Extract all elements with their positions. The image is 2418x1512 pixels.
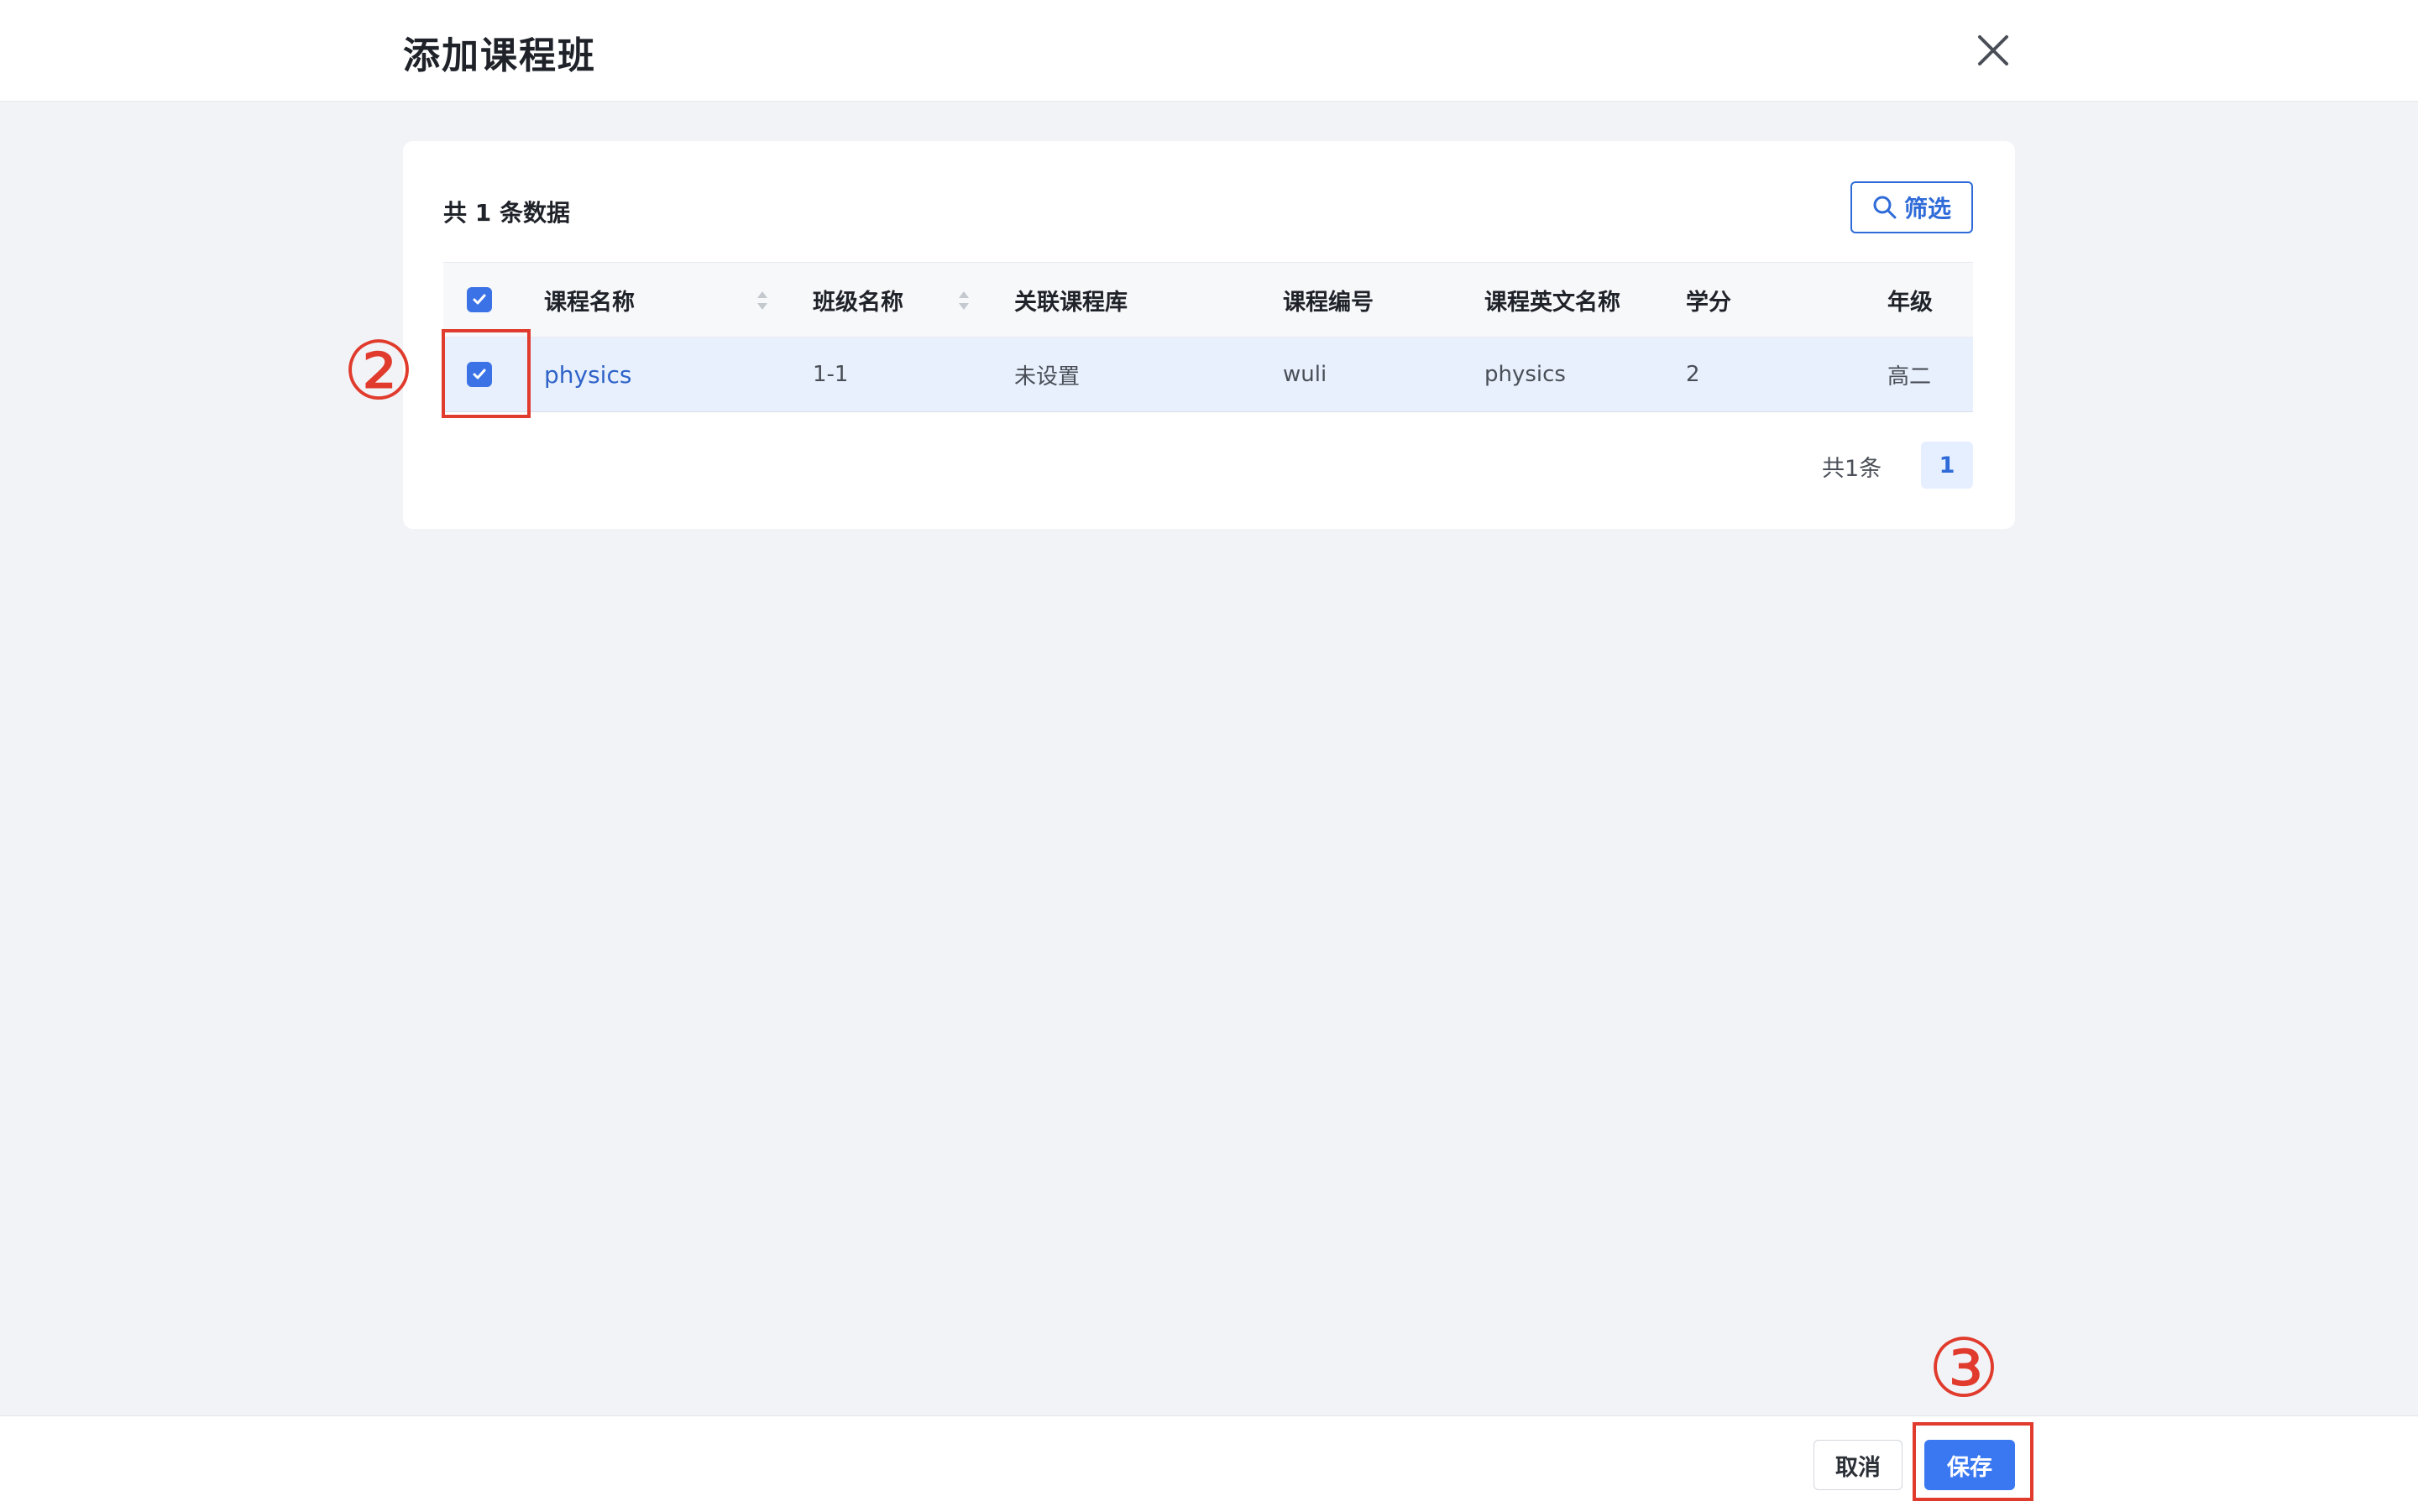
pagination-total: 共1条 [1822,456,1882,482]
pagination-page-button[interactable]: 1 [1921,442,1973,489]
select-all-checkbox[interactable] [467,287,492,312]
check-icon [473,294,486,305]
dialog-footer: 取消 保存 [0,1415,2418,1512]
select-all-cell [467,263,492,337]
sort-icon[interactable] [756,290,769,311]
dialog-title: 添加课程班 [403,34,596,77]
course-code-cell: wuli [1283,362,1327,387]
column-header: 课程编号 [1283,289,1374,316]
column-header: 班级名称 [813,289,903,316]
table-card: 共 1 条数据 筛选 课程名称 班级名称 关联课程库 课程编号 课程英文名称 学… [403,141,2015,529]
filter-label: 筛选 [1903,195,1951,222]
close-button[interactable] [1973,25,2015,76]
close-icon [1978,35,2008,65]
dialog-header: 添加课程班 [0,0,2418,102]
step-3-highlight [1913,1422,2033,1501]
record-count: 共 1 条数据 [443,199,570,227]
english-name-cell: physics [1484,362,1566,387]
column-header: 课程英文名称 [1484,289,1620,316]
sort-icon[interactable] [957,290,971,311]
table-header: 课程名称 班级名称 关联课程库 课程编号 课程英文名称 学分 年级 [443,262,1973,337]
course-name-link[interactable]: physics [544,337,631,411]
column-header: 学分 [1686,289,1731,316]
table-row[interactable]: physics 1-1 未设置 wuli physics 2 高二 [443,337,1973,412]
cancel-button[interactable]: 取消 [1814,1440,1902,1490]
column-header: 年级 [1887,289,1933,316]
grade-cell: 高二 [1887,364,1932,390]
filter-button[interactable]: 筛选 [1850,181,1973,233]
column-header: 课程名称 [544,289,635,316]
step-2-marker: ② [343,324,416,418]
course-table: 课程名称 班级名称 关联课程库 课程编号 课程英文名称 学分 年级 physic… [443,262,1973,412]
course-library-cell: 未设置 [1014,364,1081,390]
search-icon [1873,196,1897,219]
step-3-marker: ③ [1928,1321,2001,1415]
credit-cell: 2 [1686,362,1700,387]
class-name-cell: 1-1 [813,362,849,387]
column-header: 关联课程库 [1014,289,1128,316]
step-2-highlight [442,329,531,418]
